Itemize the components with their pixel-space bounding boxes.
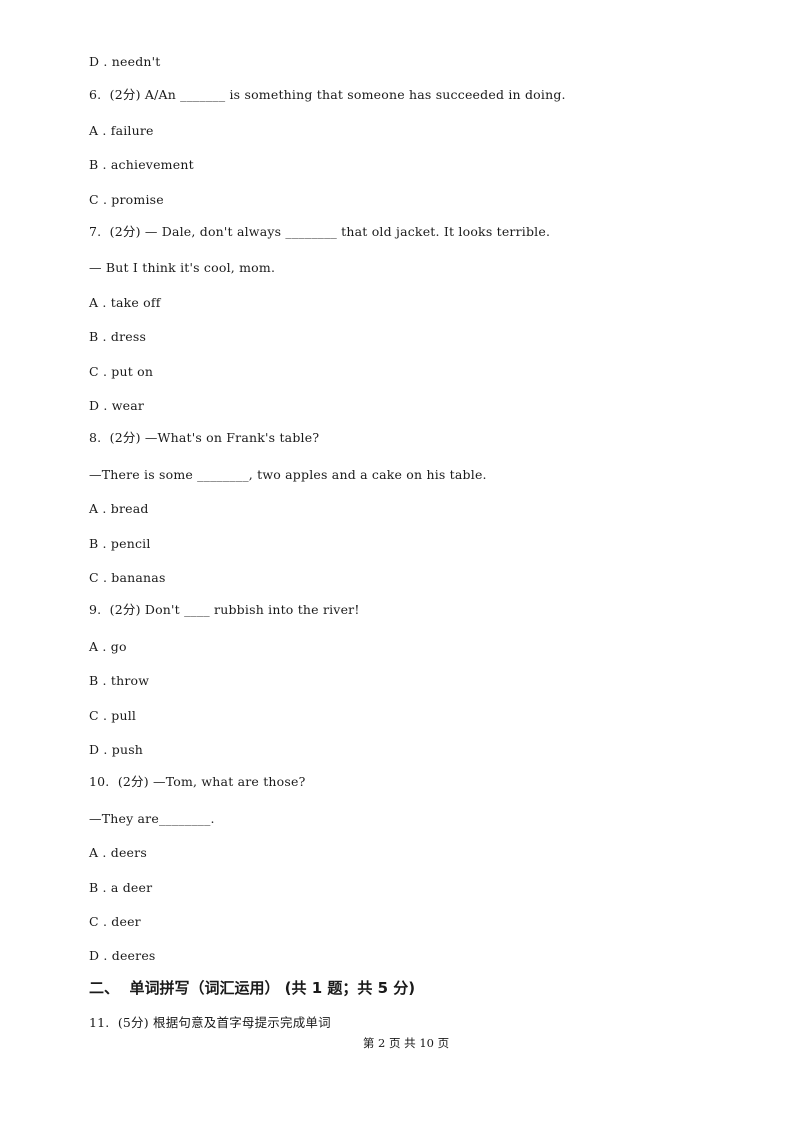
question-10-reply: —They are________. bbox=[89, 811, 215, 826]
option-9b: B . throw bbox=[89, 673, 150, 688]
question-6: 6. (2分) A/An _______ is something that s… bbox=[89, 87, 566, 102]
page-footer: 第 2 页 共 10 页 bbox=[362, 1036, 450, 1050]
option-7b: B . dress bbox=[89, 329, 147, 344]
option-9a: A . go bbox=[89, 639, 127, 654]
option-10c: C . deer bbox=[89, 914, 141, 929]
option-6b: B . achievement bbox=[89, 157, 194, 172]
option-5d: D . needn't bbox=[89, 54, 161, 69]
question-7-reply: — But I think it's cool, mom. bbox=[89, 260, 276, 275]
option-6c: C . promise bbox=[89, 192, 164, 207]
option-8a: A . bread bbox=[89, 501, 149, 516]
section-heading: 二、 单词拼写（词汇运用） (共 1 题；共 5 分) bbox=[89, 979, 416, 997]
option-9d: D . push bbox=[89, 742, 144, 757]
option-7d: D . wear bbox=[89, 398, 145, 413]
option-6a: A . failure bbox=[89, 123, 154, 138]
option-7a: A . take off bbox=[89, 295, 161, 310]
option-8b: B . pencil bbox=[89, 536, 151, 551]
question-7: 7. (2分) — Dale, don't always ________ th… bbox=[89, 224, 551, 239]
question-8-reply: —There is some ________, two apples and … bbox=[89, 467, 487, 482]
question-8: 8. (2分) —What's on Frank's table? bbox=[89, 430, 320, 445]
question-11: 11. (5分) 根据句意及首字母提示完成单词 bbox=[89, 1015, 331, 1030]
question-10: 10. (2分) —Tom, what are those? bbox=[89, 774, 306, 789]
option-9c: C . pull bbox=[89, 708, 137, 723]
option-10a: A . deers bbox=[89, 845, 147, 860]
question-9: 9. (2分) Don't ____ rubbish into the rive… bbox=[89, 602, 360, 617]
option-8c: C . bananas bbox=[89, 570, 166, 585]
option-10d: D . deeres bbox=[89, 948, 156, 963]
option-7c: C . put on bbox=[89, 364, 154, 379]
option-10b: B . a deer bbox=[89, 880, 153, 895]
